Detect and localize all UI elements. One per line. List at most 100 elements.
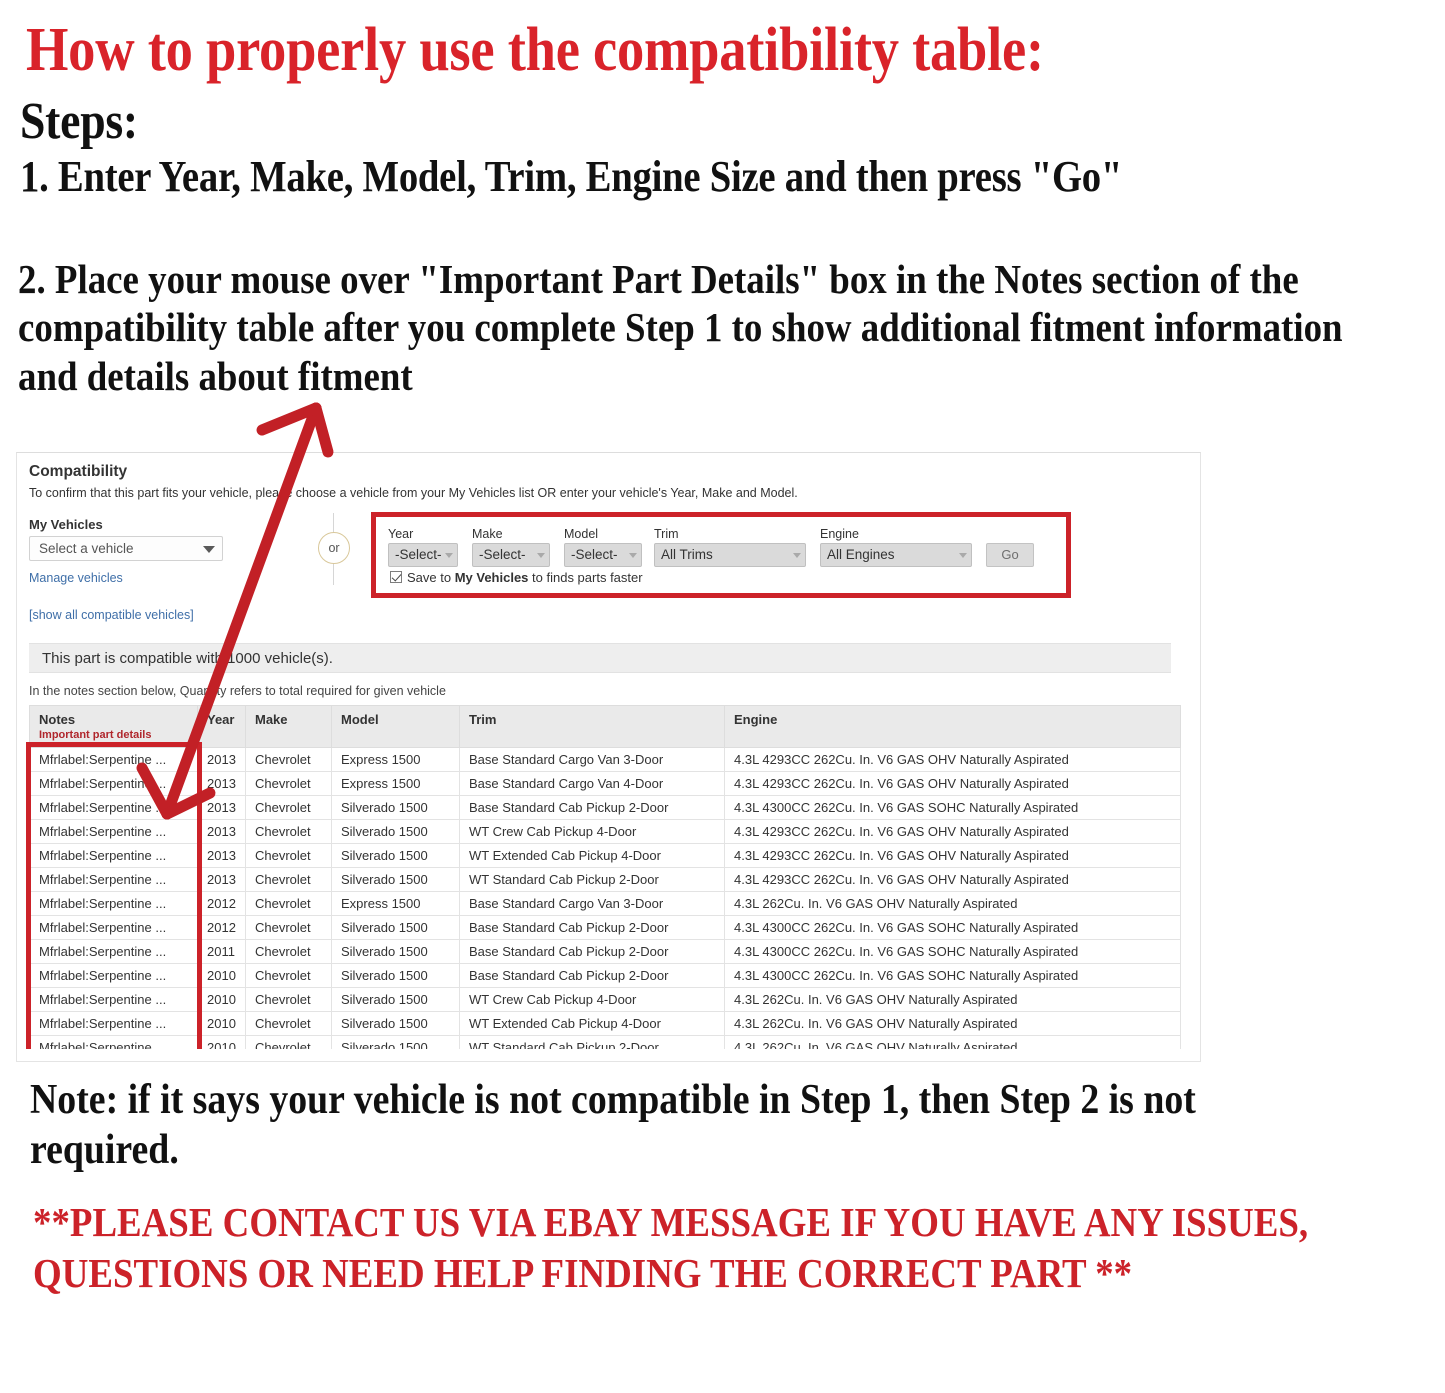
trim-select[interactable]: All Trims	[654, 543, 806, 567]
cell-year: 2013	[197, 795, 246, 820]
cell-engine: 4.3L 4300CC 262Cu. In. V6 GAS SOHC Natur…	[724, 795, 1181, 820]
make-value: -Select-	[479, 547, 526, 562]
compatible-count-bar: This part is compatible with 1000 vehicl…	[29, 643, 1171, 673]
cell-make: Chevrolet	[245, 843, 332, 868]
model-label: Model	[564, 527, 599, 541]
cell-engine: 4.3L 4293CC 262Cu. In. V6 GAS OHV Natura…	[724, 819, 1181, 844]
column-header-year[interactable]: Year	[197, 705, 246, 748]
cell-engine: 4.3L 262Cu. In. V6 GAS OHV Naturally Asp…	[724, 987, 1181, 1012]
engine-select[interactable]: All Engines	[820, 543, 972, 567]
page-title: How to properly use the compatibility ta…	[26, 16, 1044, 84]
cell-model: Silverado 1500	[331, 795, 460, 820]
cell-model: Express 1500	[331, 771, 460, 796]
cell-model: Silverado 1500	[331, 843, 460, 868]
save-to-my-vehicles-checkbox[interactable]	[390, 571, 402, 583]
model-value: -Select-	[571, 547, 618, 562]
cell-make: Chevrolet	[245, 987, 332, 1012]
cell-trim: Base Standard Cab Pickup 2-Door	[459, 939, 725, 964]
table-row[interactable]: Mfrlabel:Serpentine ... 2013 Chevrolet Silv…	[29, 819, 1181, 844]
cell-engine: 4.3L 4293CC 262Cu. In. V6 GAS OHV Natura…	[724, 747, 1181, 772]
cell-make: Chevrolet	[245, 1011, 332, 1036]
cell-engine: 4.3L 262Cu. In. V6 GAS OHV Naturally Asp…	[724, 891, 1181, 916]
trim-label: Trim	[654, 527, 679, 541]
fitment-table-body: Mfrlabel:Serpentine ... 2013 Chevrolet Expr…	[29, 747, 1181, 1060]
contact-us-text: **PLEASE CONTACT US VIA EBAY MESSAGE IF …	[33, 1199, 1309, 1297]
column-header-make[interactable]: Make	[245, 705, 332, 748]
year-field: Year -Select-	[388, 527, 458, 567]
compatibility-panel: Compatibility To confirm that this part …	[16, 452, 1201, 1062]
cell-year: 2013	[197, 843, 246, 868]
table-row[interactable]: Mfrlabel:Serpentine ... 2013 Chevrolet Silv…	[29, 867, 1181, 892]
table-row[interactable]: Mfrlabel:Serpentine ... 2011 Chevrolet Silv…	[29, 939, 1181, 964]
save-bold-text: My Vehicles	[454, 570, 529, 585]
engine-value: All Engines	[827, 547, 895, 562]
cell-make: Chevrolet	[245, 747, 332, 772]
table-header-row: Notes Important part details Year Make M…	[29, 705, 1181, 748]
chevron-down-icon	[959, 553, 967, 558]
cell-trim: WT Crew Cab Pickup 4-Door	[459, 987, 725, 1012]
table-bottom-clip	[17, 1049, 1200, 1061]
year-value: -Select-	[395, 547, 442, 562]
cell-notes: Mfrlabel:Serpentine ...	[29, 963, 198, 988]
cell-engine: 4.3L 4300CC 262Cu. In. V6 GAS SOHC Natur…	[724, 939, 1181, 964]
cell-trim: WT Standard Cab Pickup 2-Door	[459, 867, 725, 892]
vehicle-select-dropdown[interactable]: Select a vehicle	[29, 536, 223, 561]
table-row[interactable]: Mfrlabel:Serpentine ... 2012 Chevrolet Expr…	[29, 891, 1181, 916]
step-two-text: 2. Place your mouse over "Important Part…	[18, 256, 1343, 399]
chevron-down-icon	[793, 553, 801, 558]
chevron-down-icon	[537, 553, 545, 558]
cell-notes: Mfrlabel:Serpentine ...	[29, 867, 198, 892]
table-row[interactable]: Mfrlabel:Serpentine ... 2013 Chevrolet Silv…	[29, 843, 1181, 868]
table-row[interactable]: Mfrlabel:Serpentine ... 2010 Chevrolet Silv…	[29, 1011, 1181, 1036]
cell-notes: Mfrlabel:Serpentine ...	[29, 1011, 198, 1036]
model-select[interactable]: -Select-	[564, 543, 642, 567]
cell-make: Chevrolet	[245, 891, 332, 916]
year-select[interactable]: -Select-	[388, 543, 458, 567]
manage-vehicles-link[interactable]: Manage vehicles	[29, 571, 123, 585]
compatibility-heading: Compatibility	[29, 463, 128, 480]
show-all-compatible-vehicles-link[interactable]: [show all compatible vehicles]	[29, 608, 194, 622]
cell-year: 2012	[197, 915, 246, 940]
table-row[interactable]: Mfrlabel:Serpentine ... 2013 Chevrolet Expr…	[29, 771, 1181, 796]
cell-notes: Mfrlabel:Serpentine ...	[29, 843, 198, 868]
step-one-text: 1. Enter Year, Make, Model, Trim, Engine…	[20, 152, 1123, 201]
notes-header-label: Notes	[39, 712, 76, 727]
table-row[interactable]: Mfrlabel:Serpentine ... 2013 Chevrolet Silv…	[29, 795, 1181, 820]
make-select[interactable]: -Select-	[472, 543, 550, 567]
cell-year: 2010	[197, 987, 246, 1012]
cell-trim: WT Crew Cab Pickup 4-Door	[459, 819, 725, 844]
cell-year: 2011	[197, 939, 246, 964]
column-header-notes[interactable]: Notes Important part details	[29, 705, 198, 748]
table-row[interactable]: Mfrlabel:Serpentine ... 2010 Chevrolet Silv…	[29, 963, 1181, 988]
cell-year: 2013	[197, 819, 246, 844]
cell-year: 2013	[197, 771, 246, 796]
cell-model: Silverado 1500	[331, 819, 460, 844]
bottom-note-text: Note: if it says your vehicle is not com…	[30, 1077, 1196, 1173]
cell-trim: Base Standard Cab Pickup 2-Door	[459, 915, 725, 940]
go-button[interactable]: Go	[986, 543, 1034, 567]
cell-year: 2013	[197, 867, 246, 892]
table-row[interactable]: Mfrlabel:Serpentine ... 2010 Chevrolet Silv…	[29, 987, 1181, 1012]
cell-notes: Mfrlabel:Serpentine ...	[29, 747, 198, 772]
cell-make: Chevrolet	[245, 915, 332, 940]
cell-model: Silverado 1500	[331, 987, 460, 1012]
cell-model: Silverado 1500	[331, 867, 460, 892]
cell-make: Chevrolet	[245, 795, 332, 820]
cell-notes: Mfrlabel:Serpentine ...	[29, 891, 198, 916]
engine-label: Engine	[820, 527, 859, 541]
table-row[interactable]: Mfrlabel:Serpentine ... 2013 Chevrolet Expr…	[29, 747, 1181, 772]
cell-model: Express 1500	[331, 747, 460, 772]
cell-year: 2013	[197, 747, 246, 772]
column-header-model[interactable]: Model	[331, 705, 460, 748]
steps-label: Steps:	[20, 93, 138, 150]
column-header-trim[interactable]: Trim	[459, 705, 725, 748]
column-header-engine[interactable]: Engine	[724, 705, 1181, 748]
make-label: Make	[472, 527, 503, 541]
chevron-down-icon	[203, 546, 215, 553]
vehicle-select-value: Select a vehicle	[39, 541, 134, 556]
or-badge: or	[318, 532, 350, 564]
engine-field: Engine All Engines	[820, 527, 972, 567]
trim-value: All Trims	[661, 547, 713, 562]
table-row[interactable]: Mfrlabel:Serpentine ... 2012 Chevrolet Silv…	[29, 915, 1181, 940]
cell-trim: Base Standard Cargo Van 4-Door	[459, 771, 725, 796]
